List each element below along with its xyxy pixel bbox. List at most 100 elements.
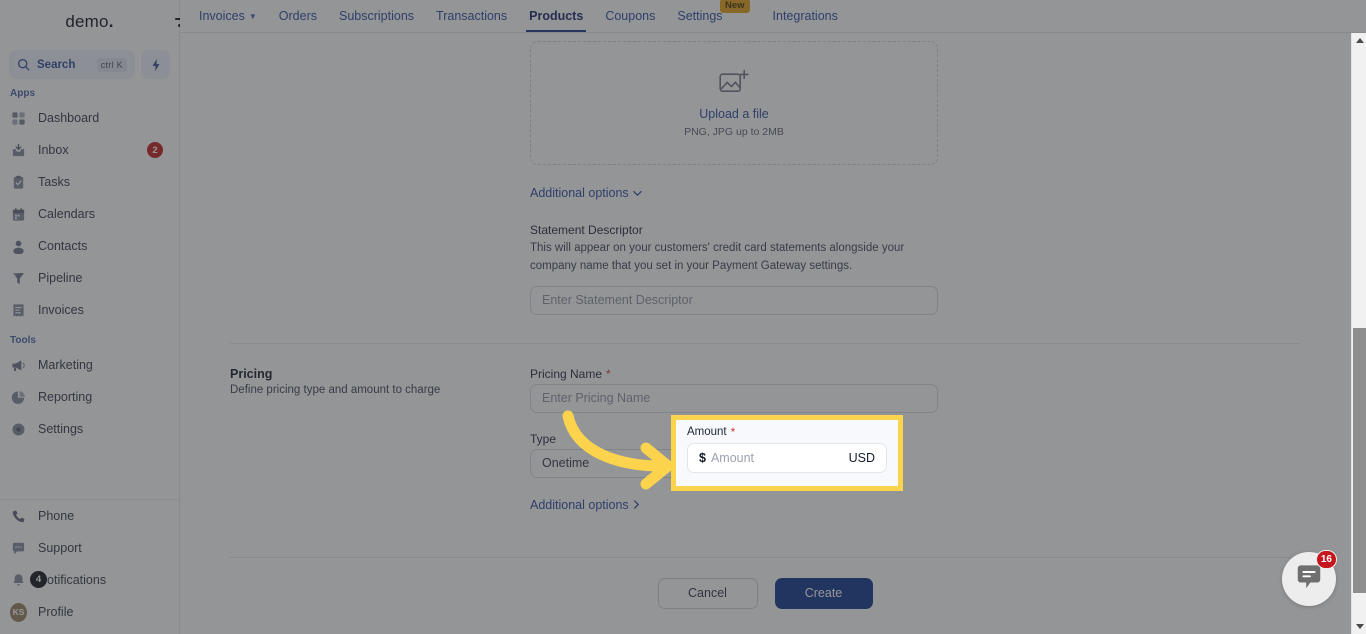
tab-subscriptions[interactable]: Subscriptions (328, 0, 425, 32)
pipeline-funnel-icon (10, 270, 27, 287)
contacts-person-icon (10, 238, 27, 255)
annotation-arrow-icon (556, 408, 686, 498)
pricing-title: Pricing (230, 366, 273, 381)
scrollbar-thumb[interactable] (1353, 328, 1366, 593)
pricing-section-heading: Pricing Define pricing type and amount t… (230, 367, 490, 396)
sidebar-item-invoices[interactable]: Invoices (0, 294, 179, 326)
search-icon (17, 58, 30, 71)
tab-label: Products (529, 9, 584, 23)
tab-label: Integrations (772, 9, 838, 23)
support-chat-icon (10, 540, 27, 557)
sidebar-item-marketing[interactable]: Marketing (0, 349, 179, 381)
sidebar-item-label: Marketing (38, 358, 93, 372)
required-asterisk: * (730, 425, 736, 439)
tab-invoices[interactable]: Invoices ▼ (188, 0, 268, 32)
upload-hint: PNG, JPG up to 2MB (684, 125, 784, 138)
sidebar-item-label: Reporting (38, 390, 93, 404)
tab-label: Coupons (605, 9, 656, 23)
sidebar-item-profile[interactable]: KS Profile (0, 596, 179, 628)
chevron-down-icon: ▼ (248, 11, 257, 21)
sidebar-item-inbox[interactable]: Inbox 2 (0, 134, 179, 166)
sidebar-item-calendars[interactable]: Calendars (0, 198, 179, 230)
image-add-icon (719, 69, 749, 102)
tab-label: Orders (278, 9, 317, 23)
additional-options-pricing-toggle[interactable]: Additional options (530, 498, 640, 512)
type-label-text: Type (530, 431, 557, 446)
inbox-badge: 2 (147, 142, 163, 158)
sidebar-item-settings[interactable]: Settings (0, 413, 179, 445)
sidebar-item-label: Tasks (38, 175, 70, 189)
sidebar-item-reporting[interactable]: Reporting (0, 381, 179, 413)
sidebar-logo-row: demo. (0, 0, 193, 44)
phone-icon (10, 508, 27, 525)
additional-options-media-label: Additional options (530, 186, 629, 200)
statement-descriptor-input[interactable]: Enter Statement Descriptor (530, 285, 938, 315)
required-asterisk: * (606, 366, 611, 381)
chevron-down-icon (632, 190, 642, 196)
statement-descriptor-description: This will appear on your customers' cred… (530, 242, 905, 272)
chat-unread-badge: 16 (1315, 550, 1337, 569)
scroll-up-arrow-icon[interactable] (1352, 33, 1366, 48)
tab-label: Transactions (436, 9, 508, 23)
pie-chart-icon (10, 389, 27, 406)
sidebar-item-label: Calendars (38, 207, 95, 221)
gear-icon (10, 421, 27, 438)
tab-settings[interactable]: Settings New (666, 0, 750, 32)
create-button[interactable]: Create (774, 577, 873, 609)
tab-integrations[interactable]: Integrations (762, 0, 849, 32)
invoice-document-icon (10, 302, 27, 319)
calendar-icon (10, 206, 27, 223)
sidebar-item-support[interactable]: Support (0, 532, 179, 564)
sidebar-item-tasks[interactable]: Tasks (0, 166, 179, 198)
search-input[interactable]: Search ctrl K (9, 50, 135, 79)
file-upload-dropzone[interactable]: Upload a file PNG, JPG up to 2MB (530, 41, 938, 165)
new-badge: New (719, 0, 750, 13)
top-navigation: Invoices ▼ Orders Subscriptions Transact… (180, 0, 1366, 33)
tab-label: Settings (677, 9, 723, 23)
pricing-subtitle: Define pricing type and amount to charge (230, 383, 441, 396)
lightning-bolt-icon[interactable] (141, 50, 170, 79)
notifications-badge: 4 (30, 570, 47, 588)
amount-input[interactable]: $ Amount USD (687, 443, 887, 473)
tab-label: Subscriptions (338, 9, 415, 23)
sidebar-item-pipeline[interactable]: Pipeline (0, 262, 179, 294)
sidebar-item-notifications[interactable]: 4 Notifications (0, 564, 179, 596)
upload-file-link[interactable]: Upload a file (699, 107, 769, 121)
inbox-icon (10, 142, 27, 159)
statement-descriptor-label: Statement Descriptor (530, 223, 938, 237)
pricing-name-placeholder: Enter Pricing Name (542, 391, 651, 406)
currency-code: USD (848, 451, 875, 465)
tab-orders[interactable]: Orders (268, 0, 328, 32)
cancel-button[interactable]: Cancel (657, 577, 758, 609)
tab-transactions[interactable]: Transactions (425, 0, 518, 32)
amount-label: Amount * (687, 426, 898, 438)
bell-icon: 4 (10, 570, 47, 589)
task-check-icon (10, 174, 27, 191)
sidebar-item-label: Support (38, 541, 82, 555)
sidebar-item-label: Pipeline (38, 271, 83, 285)
sidebar-item-phone[interactable]: Phone (0, 500, 179, 532)
vertical-scrollbar[interactable] (1351, 33, 1366, 634)
chat-widget-button[interactable]: 16 (1282, 550, 1337, 606)
pricing-name-label: Pricing Name * (530, 367, 938, 381)
additional-options-media-toggle[interactable]: Additional options (530, 186, 642, 200)
sidebar-group-label-tools: Tools (10, 335, 36, 346)
tab-products[interactable]: Products (518, 0, 594, 32)
statement-descriptor-label-text: Statement Descriptor (530, 223, 643, 237)
main-content: Upload a file PNG, JPG up to 2MB Additio… (180, 33, 1366, 634)
sidebar-search-row: Search ctrl K (0, 50, 179, 79)
sidebar-item-contacts[interactable]: Contacts (0, 230, 179, 262)
sidebar-item-label: Notifications (38, 573, 107, 587)
sidebar-item-label: Invoices (38, 303, 84, 317)
footer-divider (230, 556, 1300, 558)
tab-coupons[interactable]: Coupons (594, 0, 666, 32)
sidebar-item-dashboard[interactable]: Dashboard (0, 102, 179, 134)
media-field-group: Upload a file PNG, JPG up to 2MB Additio… (530, 33, 938, 315)
amount-placeholder: Amount (710, 451, 755, 465)
dashboard-grid-icon (10, 110, 27, 127)
sidebar-item-label: Profile (38, 605, 74, 619)
sidebar-bottom-section: Phone Support 4 Notifications KS Profile (0, 499, 179, 634)
amount-label-text: Amount (687, 426, 727, 438)
scroll-down-arrow-icon[interactable] (1352, 619, 1366, 634)
chevron-right-icon (633, 500, 639, 509)
